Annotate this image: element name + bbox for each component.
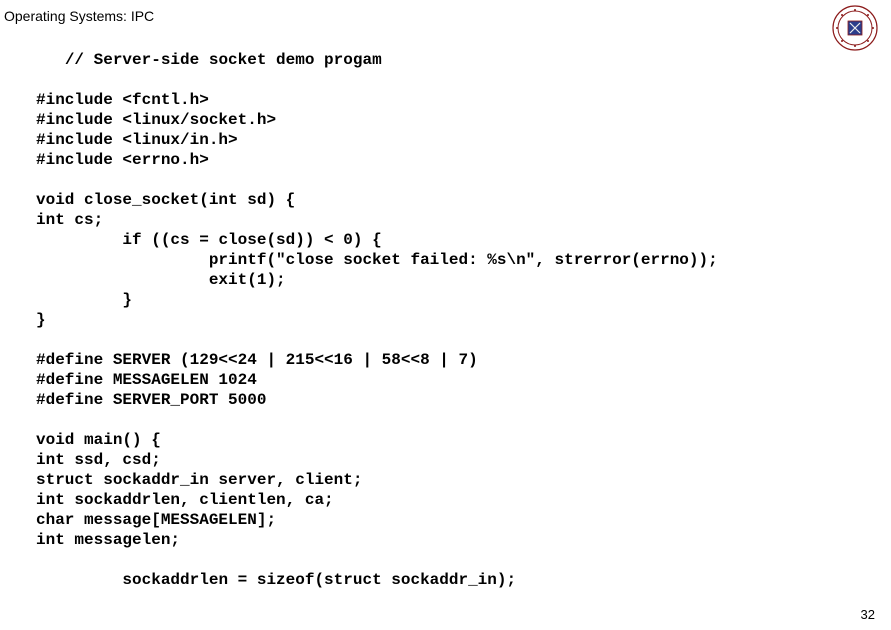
crest-icon	[831, 4, 879, 52]
page-title: Operating Systems: IPC	[4, 8, 154, 24]
slide-number-text: 32	[861, 607, 875, 622]
code-line: #include <fcntl.h>	[36, 91, 209, 109]
header-text: Operating Systems: IPC	[4, 8, 154, 24]
code-line: #include <errno.h>	[36, 151, 209, 169]
code-line: // Server-side socket demo progam	[36, 51, 382, 69]
code-line: #define SERVER (129<<24 | 215<<16 | 58<<…	[36, 351, 478, 369]
university-logo	[831, 4, 879, 52]
code-line: #include <linux/socket.h>	[36, 111, 276, 129]
code-line: int cs;	[36, 211, 103, 229]
code-block: // Server-side socket demo progam #inclu…	[36, 50, 831, 590]
code-line: printf("close socket failed: %s\n", stre…	[36, 251, 718, 269]
code-line: int sockaddrlen, clientlen, ca;	[36, 491, 334, 509]
code-line: #define MESSAGELEN 1024	[36, 371, 257, 389]
code-line: int ssd, csd;	[36, 451, 161, 469]
code-line: #include <linux/in.h>	[36, 131, 238, 149]
code-line: }	[36, 291, 132, 309]
code-line: char message[MESSAGELEN];	[36, 511, 276, 529]
code-line: struct sockaddr_in server, client;	[36, 471, 362, 489]
code-line: void main() {	[36, 431, 161, 449]
code-line: exit(1);	[36, 271, 286, 289]
code-line: void close_socket(int sd) {	[36, 191, 295, 209]
code-line: if ((cs = close(sd)) < 0) {	[36, 231, 382, 249]
code-line: int messagelen;	[36, 531, 180, 549]
code-line: sockaddrlen = sizeof(struct sockaddr_in)…	[36, 571, 516, 589]
code-line: #define SERVER_PORT 5000	[36, 391, 266, 409]
slide-number: 32	[861, 607, 875, 622]
code-line: }	[36, 311, 46, 329]
